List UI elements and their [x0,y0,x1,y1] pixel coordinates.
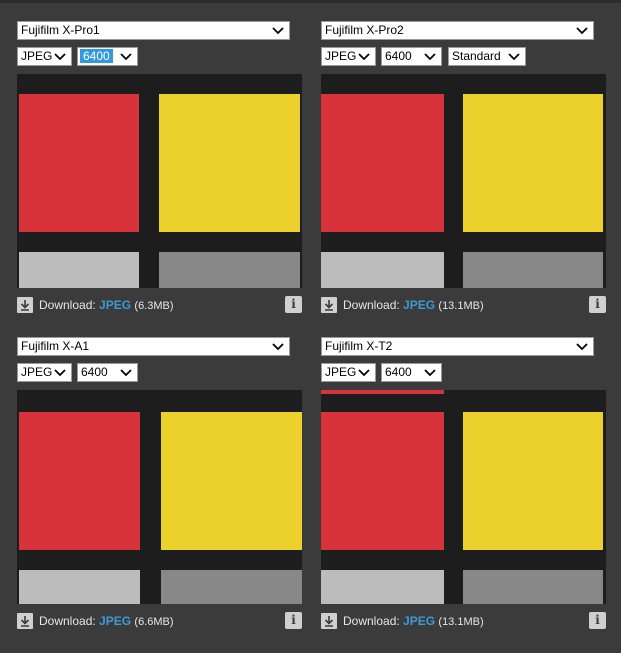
red-swatch [19,412,140,550]
iso-select[interactable]: 6400 [381,363,442,382]
comparison-panel-2: Fujifilm X-Pro2 JPEG 6400 Standard Downl… [321,21,611,337]
dark-gray-swatch [161,570,302,604]
yellow-swatch [159,94,300,232]
yellow-swatch [161,412,302,550]
chevron-down-icon [576,343,588,351]
sample-image-crop[interactable] [321,390,606,604]
camera-select-value: Fujifilm X-T2 [325,339,393,353]
chevron-down-icon [54,53,66,61]
iso-select-value: 6400 [80,49,113,63]
format-select[interactable]: JPEG [321,363,376,382]
red-swatch [321,94,444,232]
iso-select-value: 6400 [385,49,412,63]
download-arrow-icon[interactable] [321,297,337,313]
chevron-down-icon [120,53,132,61]
profile-select[interactable]: Standard [448,47,526,66]
yellow-swatch [463,412,603,550]
iso-select[interactable]: 6400 [381,47,442,66]
format-select[interactable]: JPEG [17,47,72,66]
format-select[interactable]: JPEG [321,47,376,66]
profile-select-value: Standard [452,49,501,63]
download-text: Download: JPEG (6.6MB) [39,614,174,628]
download-row: Download: JPEG (13.1MB) i [321,612,606,630]
red-swatch-top-strip [321,390,444,394]
sample-image-crop[interactable] [321,74,606,288]
info-icon[interactable]: i [285,612,302,629]
yellow-swatch [463,94,603,232]
sample-image-crop[interactable] [17,390,302,604]
download-row: Download: JPEG (6.3MB) i [17,296,302,314]
download-jpeg-link[interactable]: JPEG [99,614,131,628]
camera-select[interactable]: Fujifilm X-Pro2 [321,21,594,40]
download-text: Download: JPEG (6.3MB) [39,298,174,312]
iso-select[interactable]: 6400 [77,363,138,382]
chevron-down-icon [54,369,66,377]
format-select-value: JPEG [21,49,53,63]
download-arrow-icon[interactable] [17,613,33,629]
comparison-panel-3: Fujifilm X-A1 JPEG 6400 Download: JPEG (… [17,337,307,653]
format-select[interactable]: JPEG [17,363,72,382]
download-size: (6.6MB) [134,616,174,628]
dark-gray-swatch [463,252,603,288]
download-arrow-icon[interactable] [321,613,337,629]
camera-select[interactable]: Fujifilm X-Pro1 [17,21,290,40]
chevron-down-icon [576,27,588,35]
red-swatch [321,412,444,550]
download-text: Download: JPEG (13.1MB) [343,614,484,628]
dark-gray-swatch [463,570,603,604]
light-gray-swatch [321,252,444,288]
download-size: (6.3MB) [134,300,174,312]
download-label: Download: [343,298,400,312]
download-label: Download: [39,614,96,628]
chevron-down-icon [272,343,284,351]
info-icon[interactable]: i [285,296,302,313]
download-label: Download: [343,614,400,628]
red-swatch [19,94,139,232]
info-icon[interactable]: i [589,612,606,629]
chevron-down-icon [358,53,370,61]
chevron-down-icon [424,369,436,377]
download-arrow-icon[interactable] [17,297,33,313]
light-gray-swatch [19,252,139,288]
sample-image-crop[interactable] [17,74,302,288]
dark-gray-swatch [159,252,300,288]
light-gray-swatch [321,570,444,604]
info-icon[interactable]: i [589,296,606,313]
download-jpeg-link[interactable]: JPEG [403,298,435,312]
light-gray-swatch [19,570,140,604]
chevron-down-icon [424,53,436,61]
iso-select-value: 6400 [81,365,108,379]
camera-select-value: Fujifilm X-A1 [21,339,90,353]
download-row: Download: JPEG (6.6MB) i [17,612,302,630]
camera-select-value: Fujifilm X-Pro2 [325,23,404,37]
comparison-panel-1: Fujifilm X-Pro1 JPEG 6400 Download: JPEG… [17,21,307,337]
chevron-down-icon [120,369,132,377]
iso-select[interactable]: 6400 [77,47,138,66]
comparison-panel-4: Fujifilm X-T2 JPEG 6400 Download: JPEG (… [321,337,611,653]
download-text: Download: JPEG (13.1MB) [343,298,484,312]
download-size: (13.1MB) [438,300,484,312]
format-select-value: JPEG [325,49,357,63]
camera-select-value: Fujifilm X-Pro1 [21,23,100,37]
download-size: (13.1MB) [438,616,484,628]
format-select-value: JPEG [21,365,53,379]
chevron-down-icon [358,369,370,377]
chevron-down-icon [272,27,284,35]
iso-select-value: 6400 [385,365,412,379]
camera-select[interactable]: Fujifilm X-T2 [321,337,594,356]
chevron-down-icon [508,53,520,61]
download-jpeg-link[interactable]: JPEG [403,614,435,628]
format-select-value: JPEG [325,365,357,379]
download-label: Download: [39,298,96,312]
download-jpeg-link[interactable]: JPEG [99,298,131,312]
camera-select[interactable]: Fujifilm X-A1 [17,337,290,356]
download-row: Download: JPEG (13.1MB) i [321,296,606,314]
top-edge [0,0,621,3]
